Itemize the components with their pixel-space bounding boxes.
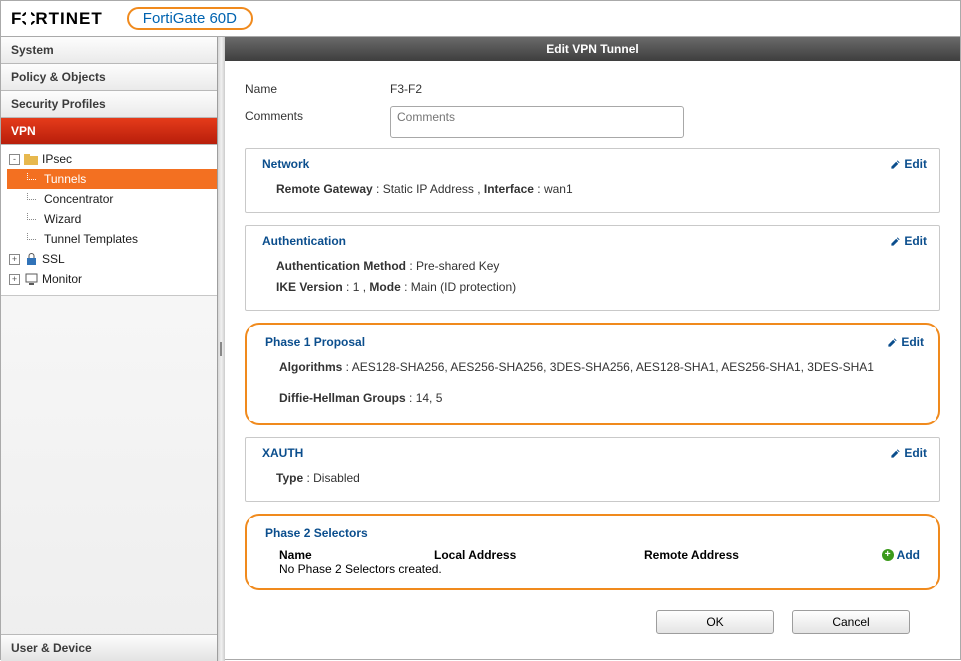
mode-label: Mode — [369, 280, 400, 294]
phase1-panel: Phase 1 Proposal Edit Algorithms : AES12… — [249, 327, 936, 421]
phase2-empty: No Phase 2 Selectors created. — [249, 562, 936, 586]
xauth-type-label: Type — [276, 471, 303, 485]
sidebar-section-security[interactable]: Security Profiles — [1, 91, 217, 118]
expand-icon[interactable]: + — [9, 274, 20, 285]
auth-method-label: Authentication Method — [276, 259, 406, 273]
phase2-header-row: Name Local Address Remote Address +Add — [249, 544, 936, 562]
xauth-panel: XAUTH Edit Type : Disabled — [245, 437, 940, 502]
xauth-type-value: Disabled — [313, 471, 360, 485]
expand-icon[interactable]: + — [9, 254, 20, 265]
name-label: Name — [245, 79, 390, 96]
tree-item-tunnels[interactable]: Tunnels — [7, 169, 217, 189]
sidebar: System Policy & Objects Security Profile… — [1, 37, 218, 661]
tree-label: IPsec — [42, 152, 72, 166]
rg-label: Remote Gateway — [276, 182, 373, 196]
p2-col-local: Local Address — [434, 548, 644, 562]
ssl-icon — [24, 252, 38, 266]
edit-network-button[interactable]: Edit — [890, 157, 927, 171]
cancel-button[interactable]: Cancel — [792, 610, 910, 634]
auth-title: Authentication — [262, 234, 346, 248]
monitor-icon — [24, 272, 38, 286]
main-panel: Edit VPN Tunnel Name F3-F2 Comments Netw… — [225, 37, 960, 661]
app-header: FRTINET FortiGate 60D — [1, 1, 960, 37]
tree-item-wizard[interactable]: Wizard — [7, 209, 217, 229]
tree-label: Tunnels — [44, 172, 86, 186]
algo-value: AES128-SHA256, AES256-SHA256, 3DES-SHA25… — [352, 360, 874, 374]
network-panel: Network Edit Remote Gateway : Static IP … — [245, 148, 940, 213]
p2-col-remote: Remote Address — [644, 548, 882, 562]
collapse-icon[interactable]: - — [9, 154, 20, 165]
iface-value: wan1 — [544, 182, 573, 196]
ike-value: 1 , — [353, 280, 366, 294]
tree-item-monitor[interactable]: + Monitor — [7, 269, 217, 289]
plus-icon: + — [882, 549, 894, 561]
sidebar-section-system[interactable]: System — [1, 37, 217, 64]
sidebar-section-policy[interactable]: Policy & Objects — [1, 64, 217, 91]
rg-value: Static IP Address , — [383, 182, 481, 196]
xauth-title: XAUTH — [262, 446, 303, 460]
iface-label: Interface — [484, 182, 534, 196]
edit-auth-button[interactable]: Edit — [890, 234, 927, 248]
dh-label: Diffie-Hellman Groups — [279, 391, 406, 405]
tree-label: Concentrator — [44, 192, 113, 206]
ike-label: IKE Version — [276, 280, 343, 294]
ok-button[interactable]: OK — [656, 610, 774, 634]
tree-label: Wizard — [44, 212, 81, 226]
sidebar-section-vpn[interactable]: VPN — [1, 118, 217, 145]
tree-label: Tunnel Templates — [44, 232, 138, 246]
mode-value: Main (ID protection) — [411, 280, 516, 294]
comments-input[interactable] — [390, 106, 684, 138]
tree-item-tunnel-templates[interactable]: Tunnel Templates — [7, 229, 217, 249]
name-value: F3-F2 — [390, 79, 422, 96]
edit-xauth-button[interactable]: Edit — [890, 446, 927, 460]
tree-item-concentrator[interactable]: Concentrator — [7, 189, 217, 209]
page-title: Edit VPN Tunnel — [225, 37, 960, 61]
phase2-panel: Phase 2 Selectors Name Local Address Rem… — [249, 518, 936, 586]
network-title: Network — [262, 157, 309, 171]
tree-label: SSL — [42, 252, 65, 266]
splitter-handle[interactable] — [218, 37, 225, 661]
footer-buttons: OK Cancel — [245, 602, 940, 644]
phase1-highlight: Phase 1 Proposal Edit Algorithms : AES12… — [245, 323, 940, 425]
tree-label: Monitor — [42, 272, 82, 286]
add-phase2-button[interactable]: +Add — [882, 548, 920, 562]
folder-icon — [24, 152, 38, 166]
edit-phase1-button[interactable]: Edit — [887, 335, 924, 349]
sidebar-section-user[interactable]: User & Device — [1, 634, 217, 661]
tree-item-ssl[interactable]: + SSL — [7, 249, 217, 269]
phase1-title: Phase 1 Proposal — [265, 335, 365, 349]
phase2-highlight: Phase 2 Selectors Name Local Address Rem… — [245, 514, 940, 590]
brand-logo: FRTINET — [11, 9, 103, 29]
dh-value: 14, 5 — [416, 391, 443, 405]
auth-panel: Authentication Edit Authentication Metho… — [245, 225, 940, 311]
p2-col-name: Name — [279, 548, 434, 562]
auth-method-value: Pre-shared Key — [416, 259, 499, 273]
vpn-tree: - IPsec Tunnels Concentrator Wi — [1, 145, 217, 296]
device-name-badge: FortiGate 60D — [127, 7, 253, 30]
comments-label: Comments — [245, 106, 390, 123]
tree-item-ipsec[interactable]: - IPsec — [7, 149, 217, 169]
phase2-title: Phase 2 Selectors — [265, 526, 368, 540]
algo-label: Algorithms — [279, 360, 342, 374]
